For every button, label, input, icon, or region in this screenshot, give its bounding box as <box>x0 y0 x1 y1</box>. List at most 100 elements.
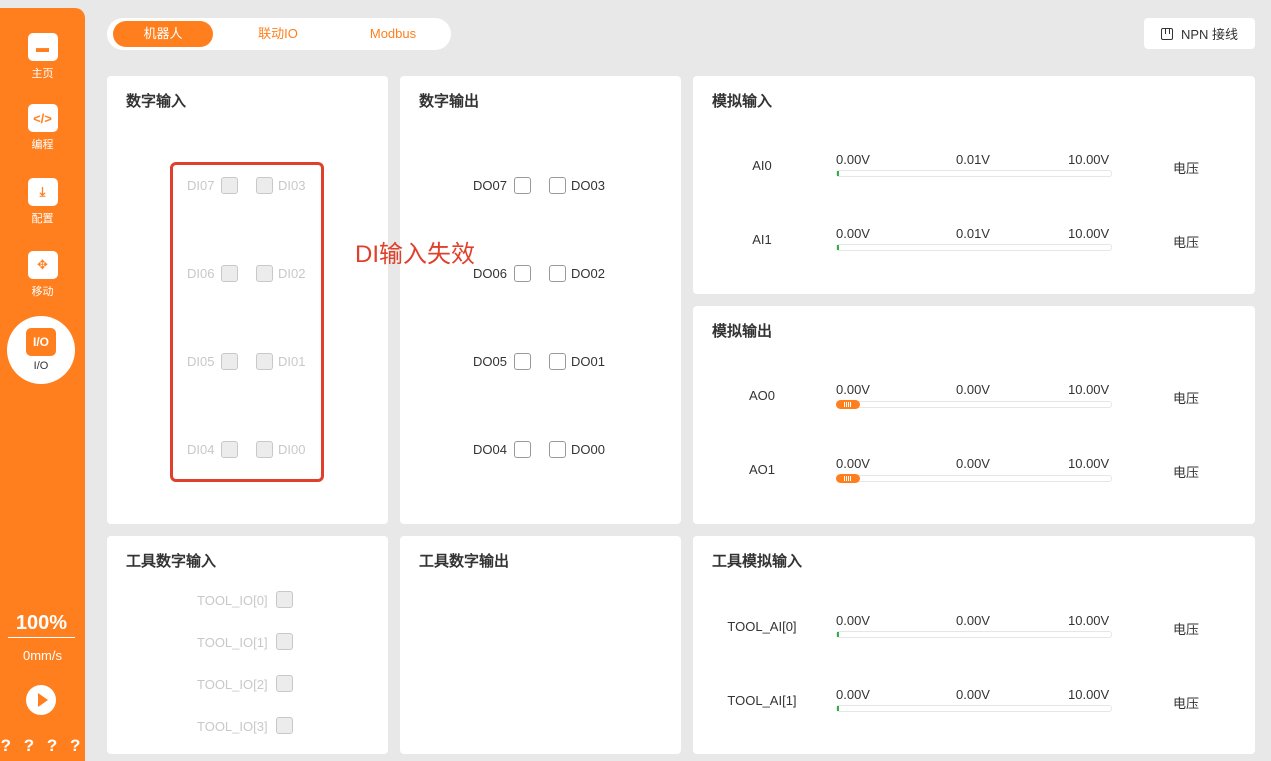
do-label: DO01 <box>571 354 605 369</box>
nav-io-label: I/O <box>33 360 49 372</box>
ai1-current: 0.01V <box>956 226 990 241</box>
do02-checkbox[interactable] <box>549 265 566 282</box>
panel-title: 工具数字输出 <box>419 553 510 570</box>
nav-move[interactable]: ✥ 移动 <box>0 251 85 299</box>
ao1-unit: 电压 <box>1173 465 1200 480</box>
ai1-name: AI1 <box>752 232 772 247</box>
tool-io0-checkbox[interactable] <box>276 591 293 608</box>
nav-config-label: 配置 <box>31 213 54 225</box>
ao1-name: AO1 <box>748 462 775 477</box>
tool-io-label: TOOL_IO[1] <box>197 635 268 650</box>
sidebar: ▬ 主页 </> 编程 ⤓ 配置 ✥ 移动 I/O I/O 100% 0mm/s… <box>0 8 85 761</box>
ao1-min: 0.00V <box>836 456 870 471</box>
tab-bar: 机器人 联动IO Modbus <box>107 18 451 50</box>
wiring-icon <box>1160 27 1173 40</box>
do-label: DO03 <box>571 178 605 193</box>
do04-checkbox[interactable] <box>514 441 531 458</box>
do00-checkbox[interactable] <box>549 441 566 458</box>
ai1-unit: 电压 <box>1173 235 1200 250</box>
tool-ai1-unit: 电压 <box>1173 696 1200 711</box>
ao1-slider-handle[interactable] <box>836 474 860 483</box>
panel-title: 模拟输出 <box>712 323 773 340</box>
do-label: DO05 <box>473 354 507 369</box>
move-icon: ✥ <box>27 251 58 279</box>
nav-home[interactable]: ▬ 主页 <box>0 33 85 81</box>
config-icon: ⤓ <box>27 178 58 206</box>
ai0-max: 10.00V <box>1068 152 1110 167</box>
do05-checkbox[interactable] <box>514 353 531 370</box>
ai0-current: 0.01V <box>956 152 990 167</box>
ai0-unit: 电压 <box>1173 161 1200 176</box>
tab-linked-io[interactable]: 联动IO <box>213 21 343 47</box>
ao0-name: AO0 <box>748 388 775 403</box>
ai0-level-bar <box>836 170 1112 177</box>
ai1-level-bar <box>836 244 1112 251</box>
do06-checkbox[interactable] <box>514 265 531 282</box>
ao1-slider-track[interactable] <box>836 475 1112 482</box>
tool-digital-output-panel: 工具数字输出 <box>400 536 681 754</box>
panel-title: 模拟输入 <box>712 93 773 110</box>
tool-ai1-level-bar <box>836 705 1112 712</box>
panel-title: 数字输入 <box>126 93 187 110</box>
tool-io-label: TOOL_IO[2] <box>197 677 268 692</box>
speed-mm: 0mm/s <box>23 648 62 663</box>
nav-move-label: 移动 <box>31 286 54 298</box>
home-icon: ▬ <box>27 33 58 61</box>
ao0-current: 0.00V <box>956 382 990 397</box>
panel-title: 工具模拟输入 <box>712 553 803 570</box>
tool-ai0-unit: 电压 <box>1173 622 1200 637</box>
panel-title: 工具数字输入 <box>126 553 217 570</box>
ai0-min: 0.00V <box>836 152 870 167</box>
analog-output-panel: 模拟输出 <box>693 306 1255 524</box>
ao1-current: 0.00V <box>956 456 990 471</box>
tool-io2-checkbox[interactable] <box>276 675 293 692</box>
digital-output-panel: 数字输出 <box>400 76 681 524</box>
do-label: DO02 <box>571 266 605 281</box>
tab-modbus[interactable]: Modbus <box>343 21 443 47</box>
tool-ai1-min: 0.00V <box>836 687 870 702</box>
tool-ai0-max: 10.00V <box>1068 613 1110 628</box>
do-label: DO00 <box>571 442 605 457</box>
ai1-max: 10.00V <box>1068 226 1110 241</box>
nav-programming[interactable]: </> 编程 <box>0 104 85 152</box>
nav-io[interactable]: I/O I/O <box>7 316 75 384</box>
tool-ai0-current: 0.00V <box>956 613 990 628</box>
ao0-slider-handle[interactable] <box>836 400 860 409</box>
do01-checkbox[interactable] <box>549 353 566 370</box>
annotation-highlight-box <box>170 162 324 482</box>
tool-analog-input-panel: 工具模拟输入 <box>693 536 1255 754</box>
ao0-slider-track[interactable] <box>836 401 1112 408</box>
ao0-max: 10.00V <box>1068 382 1110 397</box>
npn-wiring-label: NPN 接线 <box>1180 27 1239 42</box>
tool-ai1-name: TOOL_AI[1] <box>727 693 797 708</box>
nav-programming-label: 编程 <box>31 139 54 151</box>
do03-checkbox[interactable] <box>549 177 566 194</box>
io-icon: I/O <box>26 328 56 356</box>
tool-io-label: TOOL_IO[0] <box>197 593 268 608</box>
speed-percent[interactable]: 100% <box>8 612 75 638</box>
panel-title: 数字输出 <box>419 93 480 110</box>
do07-checkbox[interactable] <box>514 177 531 194</box>
tool-io1-checkbox[interactable] <box>276 633 293 650</box>
analog-input-panel: 模拟输入 <box>693 76 1255 294</box>
tool-ai0-name: TOOL_AI[0] <box>727 619 797 634</box>
ai1-min: 0.00V <box>836 226 870 241</box>
play-icon <box>37 693 48 707</box>
status-question-marks: ? ? ? ? <box>0 736 85 755</box>
ai0-name: AI0 <box>752 158 772 173</box>
play-button[interactable] <box>26 685 56 715</box>
tool-ai0-min: 0.00V <box>836 613 870 628</box>
tool-io-label: TOOL_IO[3] <box>197 719 268 734</box>
nav-config[interactable]: ⤓ 配置 <box>0 178 85 226</box>
tool-io3-checkbox[interactable] <box>276 717 293 734</box>
do-label: DO07 <box>473 178 507 193</box>
do-label: DO04 <box>473 442 507 457</box>
do-label: DO06 <box>473 266 507 281</box>
annotation-text: DI输入失效 <box>355 241 475 268</box>
nav-home-label: 主页 <box>31 68 54 80</box>
tool-ai1-max: 10.00V <box>1068 687 1110 702</box>
tab-robot[interactable]: 机器人 <box>113 21 213 47</box>
ao0-min: 0.00V <box>836 382 870 397</box>
npn-wiring-button[interactable]: NPN 接线 <box>1144 18 1255 49</box>
tool-ai1-current: 0.00V <box>956 687 990 702</box>
